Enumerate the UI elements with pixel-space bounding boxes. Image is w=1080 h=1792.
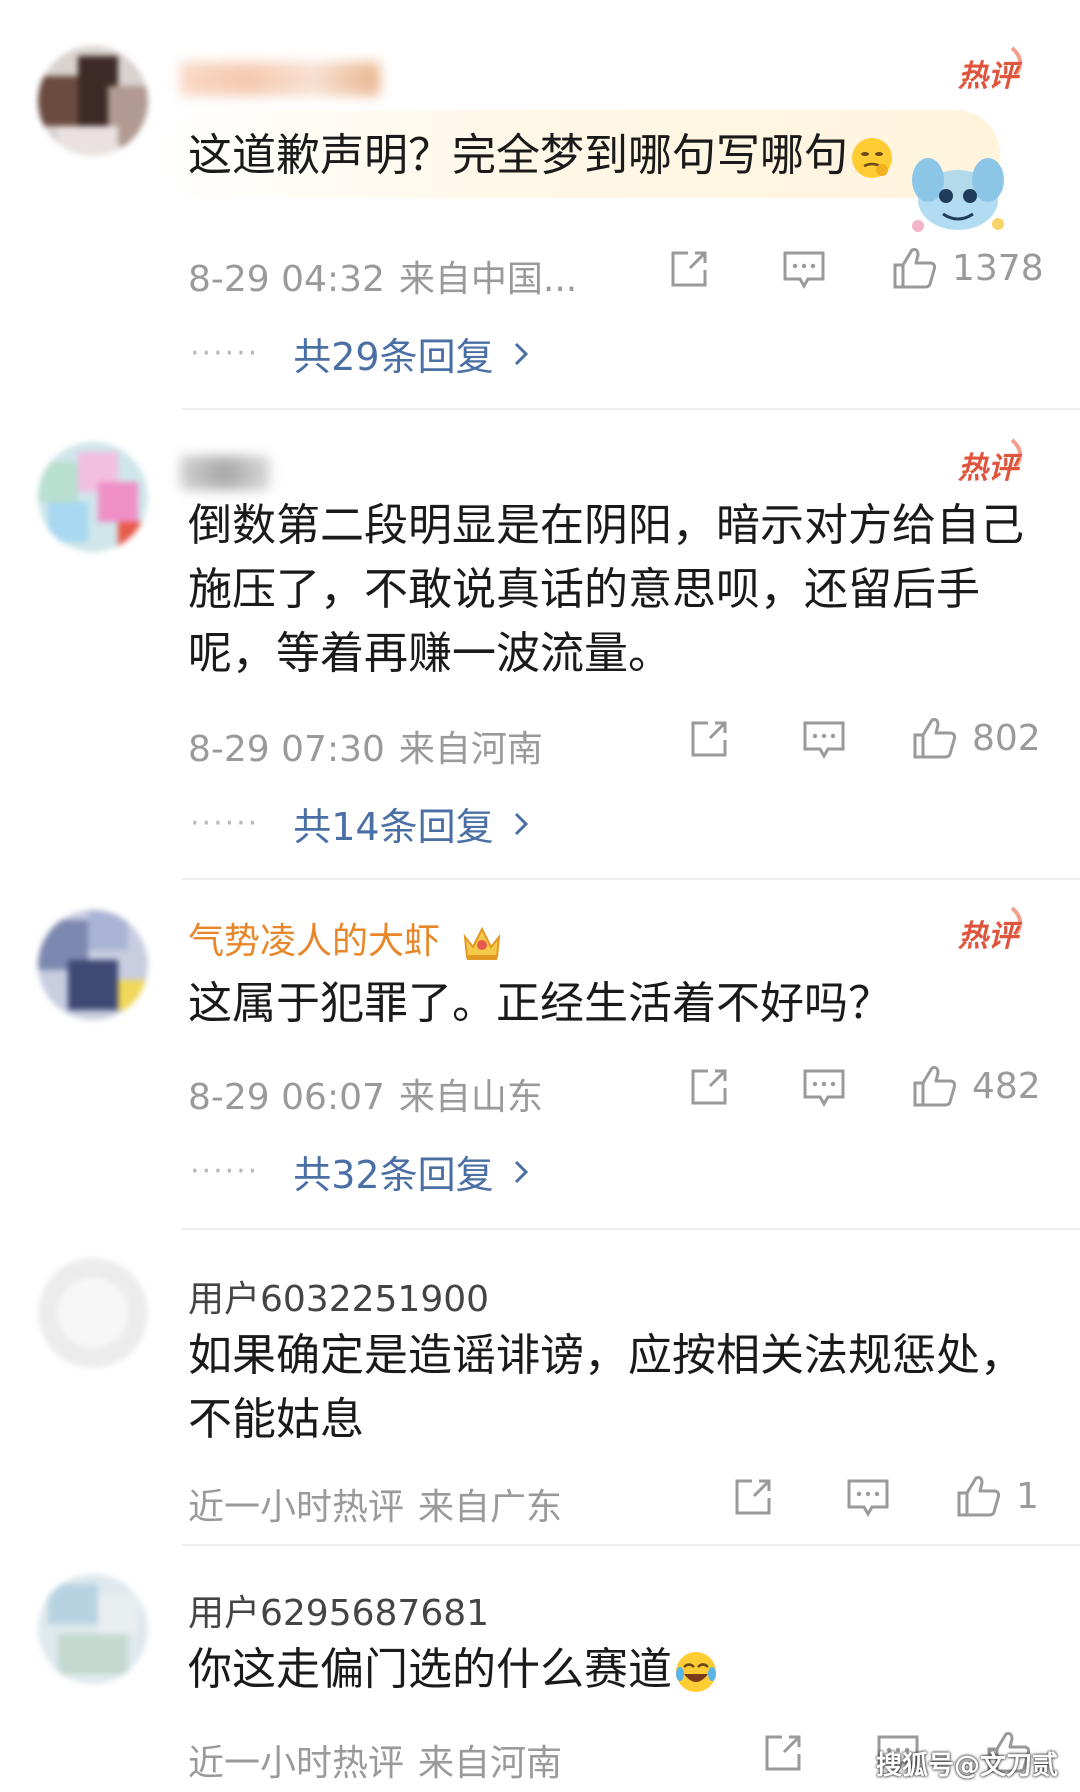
comment-time: 8-29 04:32 — [188, 259, 385, 300]
comment-icon — [847, 1479, 889, 1518]
avatar[interactable] — [38, 1258, 148, 1368]
comment-meta: 8-29 04:32 来自中国... — [188, 250, 577, 302]
share-icon — [765, 1735, 801, 1771]
view-replies-link[interactable]: ······ 共14条回复 — [190, 796, 530, 851]
comment-meta: 8-29 07:30 来自河南 — [188, 720, 543, 772]
comment-location: 来自河南 — [418, 1743, 563, 1784]
chevron-right-icon — [514, 812, 528, 835]
comment-time: 8-29 07:30 — [188, 729, 385, 770]
comment-button[interactable] — [846, 1478, 890, 1518]
svg-text:热评: 热评 — [957, 59, 1023, 94]
like-icon — [913, 1066, 957, 1107]
share-icon — [691, 1069, 727, 1105]
like-count: 1 — [1016, 1475, 1039, 1517]
comment-icon — [783, 251, 825, 290]
sticker-icon — [912, 158, 1004, 232]
username-blurred[interactable] — [180, 62, 380, 96]
comment-time: 8-29 06:07 — [188, 1077, 385, 1118]
thinking-emoji-icon — [852, 138, 892, 178]
view-replies-link[interactable]: ······ 共32条回复 — [190, 1144, 530, 1199]
share-button[interactable] — [688, 718, 730, 760]
share-button[interactable] — [668, 248, 710, 290]
share-icon — [691, 721, 727, 757]
like-button[interactable]: 802 — [912, 716, 1041, 760]
comment-location: 来自河南 — [398, 729, 543, 770]
like-icon — [893, 248, 937, 289]
comment-meta: 8-29 06:07 来自山东 — [188, 1068, 543, 1120]
comment-text[interactable]: 倒数第二段明显是在阴阳，暗示对方给自己施压了，不敢说真话的意思呗，还留后手呢，等… — [188, 494, 1038, 686]
comment-text[interactable]: 你这走偏门选的什么赛道 — [188, 1638, 1038, 1702]
hot-badge-icon: 热评 — [957, 438, 1023, 486]
avatar[interactable] — [38, 442, 148, 552]
share-button[interactable] — [732, 1476, 774, 1518]
comment-1: 热评 这道歉声明？完全梦到哪句写哪句 8-29 04:32 来自中国... 137… — [0, 0, 1080, 410]
avatar[interactable] — [38, 1574, 148, 1684]
share-icon — [735, 1479, 771, 1515]
comment-meta: 近一小时热评 来自广东 — [188, 1478, 562, 1530]
hot-badge-icon: 热评 — [957, 46, 1023, 94]
like-button[interactable]: 482 — [912, 1064, 1041, 1108]
comment-icon — [803, 1069, 845, 1108]
username[interactable]: 气势凌人的大虾 — [188, 912, 503, 964]
avatar[interactable] — [38, 910, 148, 1020]
comment-icon — [803, 721, 845, 760]
comment-meta: 近一小时热评 来自河南 — [188, 1734, 562, 1786]
share-icon — [671, 251, 707, 287]
username-blurred[interactable] — [180, 456, 270, 490]
like-button[interactable]: 1378 — [892, 246, 1044, 290]
comment-button[interactable] — [802, 720, 846, 760]
username[interactable]: 用户6032251900 — [188, 1270, 489, 1322]
comment-4: 用户6032251900 如果确定是造谣诽谤，应按相关法规惩处，不能姑息 近一小… — [0, 1230, 1080, 1546]
chevron-right-icon — [514, 1160, 528, 1183]
svg-text:热评: 热评 — [957, 919, 1023, 954]
comment-text[interactable]: 如果确定是造谣诽谤，应按相关法规惩处，不能姑息 — [188, 1324, 1038, 1452]
watermark: 搜狐号@文刀贰 — [875, 1751, 1058, 1781]
share-button[interactable] — [762, 1732, 804, 1774]
comment-3: 气势凌人的大虾 热评 这属于犯罪了。正经生活着不好吗？ 8-29 06:07 来自… — [0, 880, 1080, 1230]
comment-location: 来自山东 — [398, 1077, 543, 1118]
crown-icon — [464, 926, 501, 960]
svg-text:热评: 热评 — [957, 451, 1023, 486]
laughing-tears-emoji-icon — [676, 1652, 716, 1692]
like-button[interactable]: 1 — [956, 1474, 1039, 1518]
comment-time: 近一小时热评 — [188, 1743, 405, 1784]
view-replies-link[interactable]: ······ 共29条回复 — [190, 326, 530, 381]
comment-2: 热评 倒数第二段明显是在阴阳，暗示对方给自己施压了，不敢说真话的意思呗，还留后手… — [0, 410, 1080, 880]
comment-time: 近一小时热评 — [188, 1487, 405, 1528]
comment-location: 来自中国... — [398, 259, 578, 300]
comment-button[interactable] — [802, 1068, 846, 1108]
comment-location: 来自广东 — [418, 1487, 563, 1528]
like-count: 482 — [972, 1065, 1041, 1107]
chevron-right-icon — [514, 342, 528, 365]
username[interactable]: 用户6295687681 — [188, 1584, 489, 1636]
avatar[interactable] — [38, 46, 148, 156]
like-icon — [957, 1476, 1001, 1517]
like-count: 802 — [972, 717, 1041, 759]
like-count: 1378 — [952, 247, 1044, 289]
comment-button[interactable] — [782, 250, 826, 290]
hot-badge-icon: 热评 — [957, 906, 1023, 954]
comment-text[interactable]: 这属于犯罪了。正经生活着不好吗？ — [188, 972, 1038, 1036]
like-icon — [913, 718, 957, 759]
share-button[interactable] — [688, 1066, 730, 1108]
